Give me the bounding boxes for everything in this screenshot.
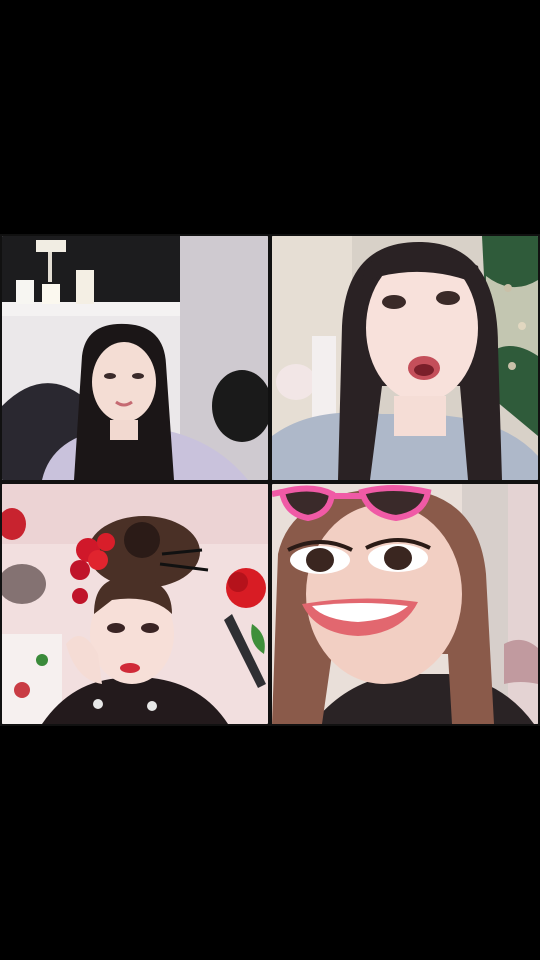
video-call-screen <box>0 0 540 960</box>
participant-video-tile[interactable] <box>272 484 538 724</box>
participant-video-tile[interactable] <box>272 236 538 480</box>
video-frame <box>2 484 268 724</box>
video-frame <box>272 484 538 724</box>
video-frame <box>272 236 538 480</box>
participant-grid <box>0 234 540 726</box>
participant-video-tile[interactable] <box>2 484 268 724</box>
participant-video-tile[interactable] <box>2 236 268 480</box>
video-frame <box>2 236 268 480</box>
